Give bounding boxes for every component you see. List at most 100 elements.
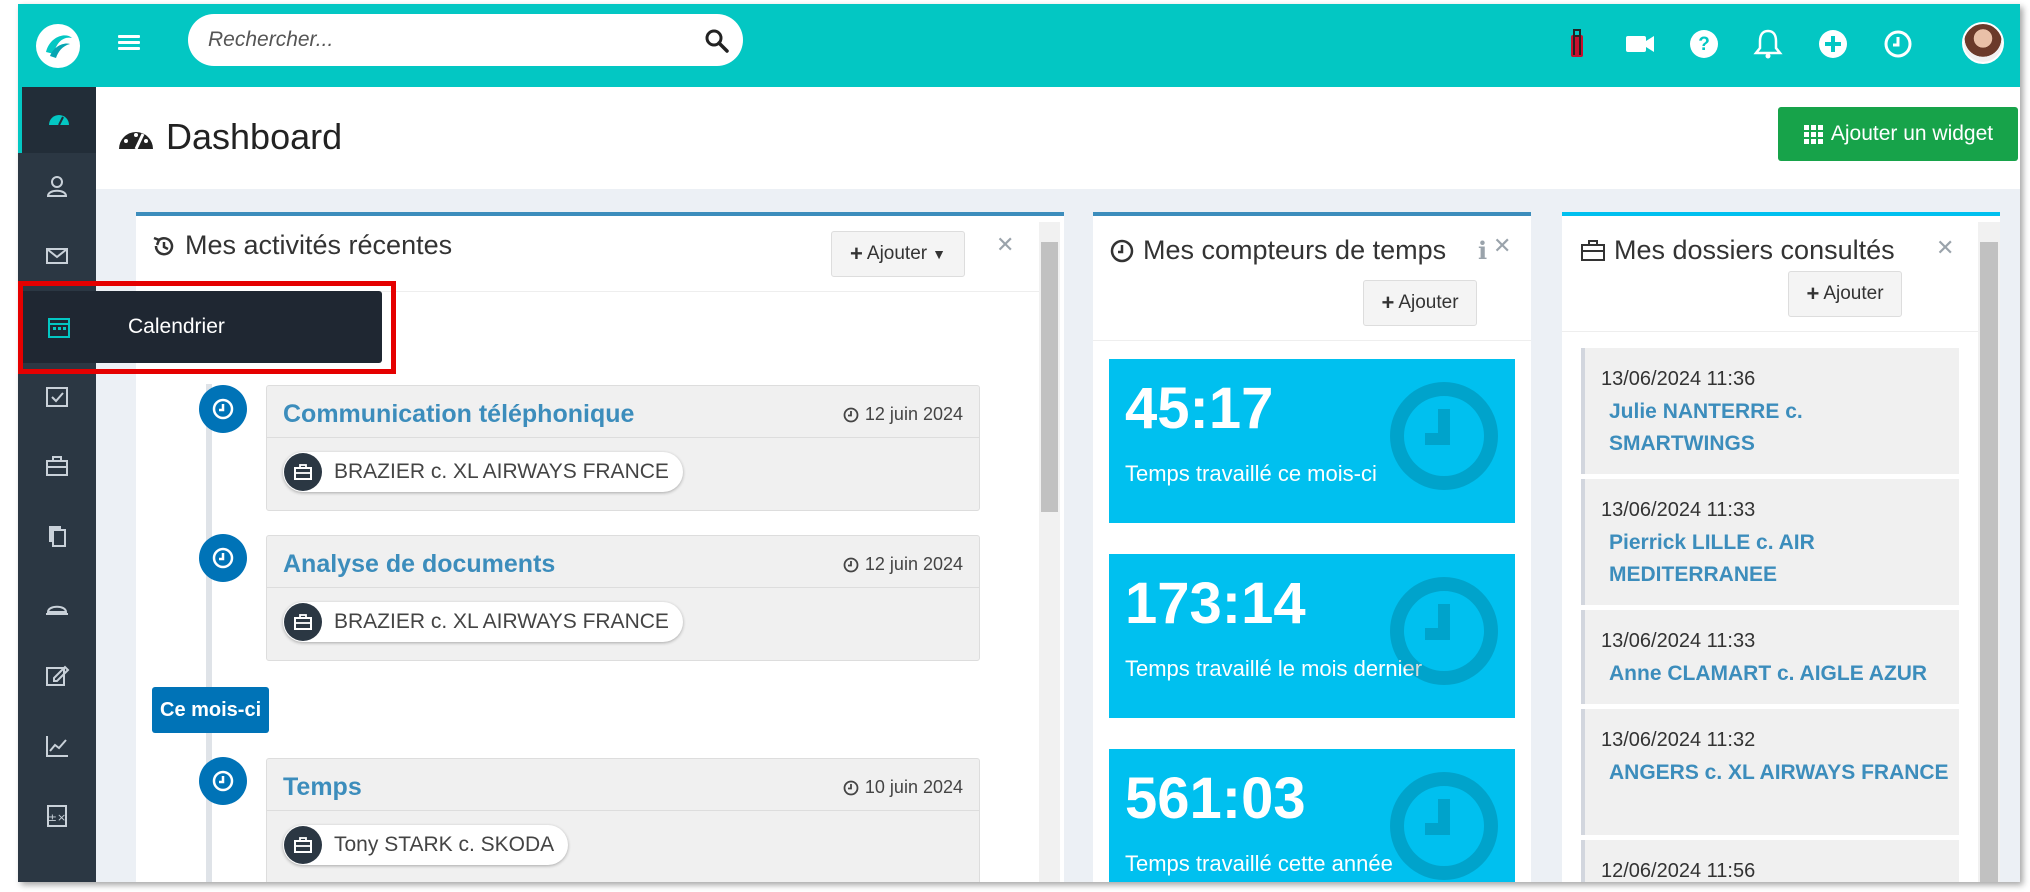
- timeline-item-date: 10 juin 2024: [843, 777, 963, 798]
- mail-icon: [46, 248, 68, 264]
- sidebar-item-contacts[interactable]: [18, 153, 96, 219]
- dossiers-add-button[interactable]: + Ajouter: [1788, 271, 1902, 317]
- clock-icon: [212, 547, 234, 569]
- timeline-item[interactable]: Temps 10 juin 2024 Tony STARK c. SKODA: [266, 758, 980, 882]
- dossiers-scroll-thumb[interactable]: [1980, 242, 1998, 882]
- info-icon[interactable]: i: [1478, 236, 1487, 265]
- counters-divider: [1093, 340, 1531, 341]
- dossier-item[interactable]: 13/06/2024 11:36 Julie NANTERRE c. SMART…: [1581, 348, 1959, 474]
- dossier-link[interactable]: Anne CLAMART c. AIGLE AZUR: [1609, 658, 1949, 690]
- dossier-item[interactable]: 12/06/2024 11:56: [1581, 840, 1959, 882]
- dossier-link[interactable]: Julie NANTERRE c. SMARTWINGS: [1609, 396, 1949, 460]
- activities-add-button[interactable]: + Ajouter ▼: [831, 231, 965, 277]
- sidebar-item-dashboard[interactable]: [18, 87, 96, 153]
- sidebar-item-cases[interactable]: [18, 433, 96, 499]
- activities-scroll-thumb[interactable]: [1041, 242, 1058, 512]
- timeline-item-title[interactable]: Temps: [283, 773, 362, 802]
- page-title-text: Dashboard: [166, 116, 343, 157]
- luggage-icon[interactable]: [1559, 26, 1595, 62]
- dossier-link[interactable]: Pierrick LILLE c. AIR MEDITERRANEE: [1609, 527, 1949, 591]
- counter-value: 173:14: [1125, 571, 1306, 636]
- counters-title: Mes compteurs de temps: [1109, 235, 1446, 266]
- sidebar-item-reports[interactable]: [18, 713, 96, 779]
- counter-year[interactable]: 561:03 Temps travaillé cette année: [1109, 749, 1515, 882]
- timeline-item-header: Communication téléphonique 12 juin 2024: [267, 386, 979, 438]
- user-avatar[interactable]: [1962, 22, 2004, 64]
- timeline-dot: [199, 385, 247, 433]
- dossier-item[interactable]: 13/06/2024 11:32 ANGERS c. XL AIRWAYS FR…: [1581, 709, 1959, 835]
- calculator-icon: ±×: [47, 805, 67, 827]
- activities-close-icon[interactable]: ✕: [996, 232, 1014, 258]
- documents-icon: [49, 526, 66, 547]
- counters-add-button[interactable]: + Ajouter: [1363, 280, 1477, 326]
- chart-icon: [46, 736, 68, 757]
- search-icon[interactable]: [704, 28, 730, 54]
- page-header: [96, 87, 2020, 189]
- dossier-link[interactable]: ANGERS c. XL AIRWAYS FRANCE: [1609, 757, 1949, 789]
- briefcase-icon: [1581, 239, 1605, 261]
- add-widget-button[interactable]: Ajouter un widget: [1778, 107, 2018, 161]
- timeline-dot: [199, 534, 247, 582]
- timeline-item[interactable]: Analyse de documents 12 juin 2024 BRAZIE…: [266, 535, 980, 661]
- highlight-box: [18, 281, 396, 374]
- case-tag[interactable]: BRAZIER c. XL AIRWAYS FRANCE: [283, 452, 683, 492]
- dossier-item[interactable]: 13/06/2024 11:33 Anne CLAMART c. AIGLE A…: [1581, 610, 1959, 704]
- contacts-icon: [46, 176, 68, 197]
- dashboard-icon: [119, 132, 153, 150]
- counter-last-month[interactable]: 173:14 Temps travaillé le mois dernier: [1109, 554, 1515, 718]
- dossiers-title-text: Mes dossiers consultés: [1614, 235, 1895, 265]
- add-circle-icon[interactable]: [1815, 26, 1851, 62]
- page-title: Dashboard: [116, 116, 342, 158]
- dossiers-divider: [1562, 331, 1980, 332]
- briefcase-icon: [284, 826, 322, 864]
- counter-month[interactable]: 45:17 Temps travaillé ce mois-ci: [1109, 359, 1515, 523]
- timeline-item-date-text: 12 juin 2024: [864, 404, 963, 424]
- counters-add-label: Ajouter: [1398, 292, 1459, 313]
- counters-close-icon[interactable]: ✕: [1493, 233, 1511, 259]
- briefcase-icon: [284, 603, 322, 641]
- clock-icon: [843, 557, 859, 572]
- help-icon[interactable]: ?: [1686, 26, 1722, 62]
- dossiers-close-icon[interactable]: ✕: [1936, 235, 1954, 261]
- sidebar-item-documents[interactable]: [18, 503, 96, 569]
- timeline-item-title[interactable]: Analyse de documents: [283, 550, 555, 579]
- dashboard-icon: [49, 115, 69, 126]
- timeline-item[interactable]: Communication téléphonique 12 juin 2024 …: [266, 385, 980, 511]
- timeline-item-date: 12 juin 2024: [843, 404, 963, 425]
- sidebar-item-edit[interactable]: [18, 643, 96, 709]
- dossier-item[interactable]: 13/06/2024 11:33 Pierrick LILLE c. AIR M…: [1581, 479, 1959, 605]
- counter-value: 561:03: [1125, 766, 1306, 831]
- search-input[interactable]: [188, 14, 743, 66]
- clock-icon: [1110, 239, 1134, 262]
- top-bar: ?: [18, 4, 2020, 87]
- timeline-item-date-text: 10 juin 2024: [864, 777, 963, 797]
- caret-down-icon: ▼: [932, 246, 946, 262]
- svg-text:±×: ±×: [48, 811, 66, 824]
- sidebar-item-desk[interactable]: [18, 573, 96, 639]
- dossier-date: 13/06/2024 11:33: [1601, 499, 1756, 521]
- sidebar-item-billing[interactable]: ±×: [18, 783, 96, 849]
- dossiers-add-label: Ajouter: [1823, 283, 1884, 304]
- clock-icon: [212, 770, 234, 792]
- tasks-icon: [46, 387, 68, 407]
- briefcase-icon: [46, 456, 68, 476]
- sidebar-item-mail[interactable]: [18, 223, 96, 289]
- timeline-item-date: 12 juin 2024: [843, 554, 963, 575]
- logo-icon: [38, 26, 78, 66]
- case-tag-text: BRAZIER c. XL AIRWAYS FRANCE: [334, 460, 669, 483]
- bell-icon[interactable]: [1750, 26, 1786, 62]
- menu-toggle-icon[interactable]: [118, 32, 140, 54]
- case-tag[interactable]: Tony STARK c. SKODA: [283, 825, 569, 865]
- video-camera-icon[interactable]: [1622, 26, 1658, 62]
- counter-label: Temps travaillé le mois dernier: [1125, 656, 1423, 681]
- timeline-item-title[interactable]: Communication téléphonique: [283, 400, 634, 429]
- case-tag-text: BRAZIER c. XL AIRWAYS FRANCE: [334, 610, 669, 633]
- timeline-period-label: Ce mois-ci: [152, 687, 270, 733]
- case-tag-text: Tony STARK c. SKODA: [334, 833, 555, 856]
- plus-icon: +: [1381, 290, 1395, 315]
- clock-icon[interactable]: [1880, 26, 1916, 62]
- app-logo[interactable]: [36, 24, 80, 68]
- case-tag[interactable]: BRAZIER c. XL AIRWAYS FRANCE: [283, 602, 683, 642]
- timeline-line: [206, 384, 212, 882]
- clock-icon: [843, 780, 859, 795]
